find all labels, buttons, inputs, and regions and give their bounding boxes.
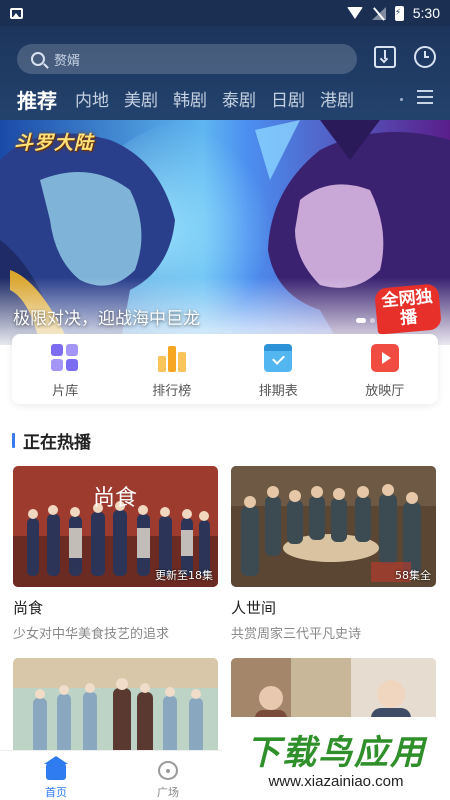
history-clock-icon[interactable] (414, 46, 436, 68)
menu-icon[interactable] (417, 90, 433, 104)
banner-pager-dots (356, 318, 375, 323)
image-notification-icon (10, 7, 23, 19)
show-thumbnail: 尚食 更新至18集 (13, 466, 218, 587)
search-placeholder: 赘婿 (54, 53, 81, 69)
schedule-calendar-icon (264, 344, 293, 372)
show-card-partial[interactable] (13, 658, 218, 758)
category-tabs: 推荐 内地 美剧 韩剧 泰剧 日剧 港剧 (17, 84, 369, 114)
no-signal-icon (371, 6, 386, 20)
show-subtitle: 共赏周家三代平凡史诗 (231, 627, 362, 642)
featured-banner[interactable]: 斗罗大陆 极限对决，迎战海中巨龙 全网独播 (0, 120, 450, 345)
clock-time: 5:30 (412, 5, 440, 21)
show-subtitle: 少女对中华美食技艺的追求 (13, 627, 170, 642)
banner-show-logo: 斗罗大陆 (14, 132, 95, 154)
cinema-play-icon (370, 344, 399, 372)
tab-korean-drama[interactable]: 韩剧 (173, 88, 207, 114)
quick-entry-ranking[interactable]: 排行榜 (119, 334, 226, 404)
quick-entry-schedule[interactable]: 排期表 (225, 334, 332, 404)
status-bar: 5:30 (0, 0, 450, 26)
library-grid-icon (51, 344, 79, 372)
banner-caption: 极限对决，迎战海中巨龙 (13, 309, 200, 329)
quick-entry-cinema[interactable]: 放映厅 (332, 334, 439, 404)
show-thumbnail (13, 658, 218, 758)
wifi-icon (346, 7, 363, 19)
exclusive-badge: 全网独播 (374, 283, 442, 335)
plaza-icon (158, 761, 178, 780)
nav-label: 广场 (157, 786, 179, 799)
nav-label: 首页 (45, 786, 67, 799)
pager-dot (370, 318, 375, 323)
home-icon (44, 756, 68, 780)
download-icon[interactable] (374, 46, 396, 68)
battery-charging-icon (394, 5, 404, 21)
episode-badge: 58集全 (395, 569, 431, 582)
section-title: 正在热播 (23, 433, 91, 453)
quick-entry-label: 片库 (52, 384, 79, 399)
tab-japanese-drama[interactable]: 日剧 (271, 88, 305, 114)
show-card-renshijian[interactable]: 58集全 人世间 共赏周家三代平凡史诗 (231, 466, 436, 642)
tab-us-drama[interactable]: 美剧 (124, 88, 158, 114)
quick-entry-library[interactable]: 片库 (12, 334, 119, 404)
quick-entry-bar: 片库 排行榜 排期表 放映厅 (12, 334, 438, 404)
watermark-title: 下载鸟应用 (246, 733, 426, 773)
show-card-shangshi[interactable]: 尚食 更新至18集 尚食 少女对中华美食技艺的追求 (13, 466, 218, 642)
show-title-logo: 尚食 (93, 486, 138, 511)
quick-entry-label: 排行榜 (152, 384, 192, 399)
tab-mainland[interactable]: 内地 (75, 88, 109, 114)
watermark-url: www.xiazainiao.com (268, 773, 404, 790)
tab-thai-drama[interactable]: 泰剧 (222, 88, 256, 114)
pager-dot-active (356, 318, 366, 323)
site-watermark: 下载鸟应用 www.xiazainiao.com (222, 717, 450, 800)
search-icon (31, 52, 45, 66)
ranking-bars-icon (157, 344, 186, 372)
tab-hk-drama[interactable]: 港剧 (320, 88, 354, 114)
quick-entry-label: 排期表 (258, 384, 298, 399)
section-accent-bar (12, 433, 15, 448)
search-bar[interactable]: 赘婿 (17, 44, 357, 74)
top-header: 赘婿 推荐 内地 美剧 韩剧 泰剧 日剧 港剧 (0, 26, 450, 120)
nav-home[interactable]: 首页 (0, 751, 112, 800)
tab-overflow-dot (400, 98, 403, 101)
nav-plaza[interactable]: 广场 (112, 751, 224, 800)
show-thumbnail: 58集全 (231, 466, 436, 587)
section-header-now-playing: 正在热播 (12, 428, 91, 453)
show-title: 人世间 (231, 599, 277, 617)
show-title: 尚食 (13, 599, 44, 617)
quick-entry-label: 放映厅 (365, 384, 405, 399)
tab-recommend[interactable]: 推荐 (17, 88, 57, 114)
episode-badge: 更新至18集 (155, 569, 213, 582)
